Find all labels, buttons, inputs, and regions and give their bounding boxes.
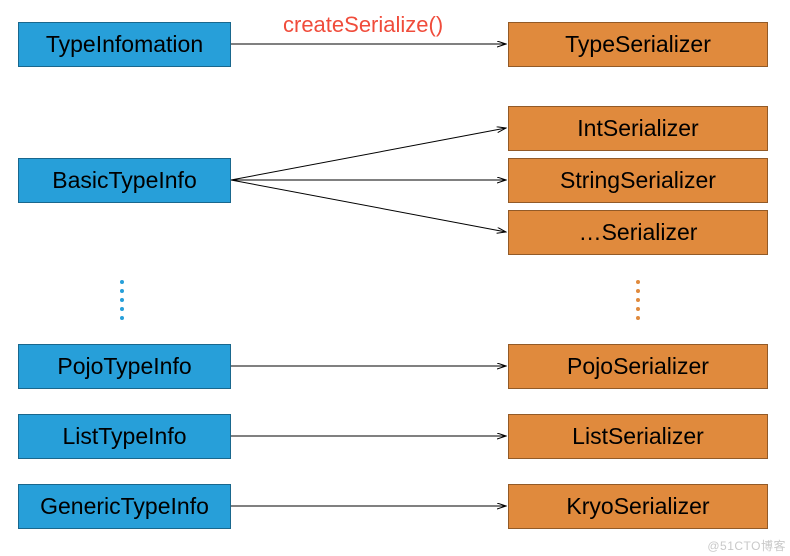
node-kryo-serializer: KryoSerializer <box>508 484 768 529</box>
ellipsis-right-icon <box>636 280 640 320</box>
node-list-type-info: ListTypeInfo <box>18 414 231 459</box>
node-type-serializer: TypeSerializer <box>508 22 768 67</box>
edge-basic-etc <box>231 180 506 232</box>
node-basic-type-info: BasicTypeInfo <box>18 158 231 203</box>
node-generic-type-info: GenericTypeInfo <box>18 484 231 529</box>
node-type-infomation: TypeInfomation <box>18 22 231 67</box>
node-etc-serializer: …Serializer <box>508 210 768 255</box>
node-pojo-type-info: PojoTypeInfo <box>18 344 231 389</box>
ellipsis-left-icon <box>120 280 124 320</box>
node-pojo-serializer: PojoSerializer <box>508 344 768 389</box>
edge-label-create-serialize: createSerialize() <box>283 12 443 38</box>
edge-basic-int <box>231 128 506 180</box>
watermark-text: @51CTO博客 <box>707 537 786 554</box>
arrows-layer <box>0 0 790 556</box>
node-string-serializer: StringSerializer <box>508 158 768 203</box>
node-int-serializer: IntSerializer <box>508 106 768 151</box>
node-list-serializer: ListSerializer <box>508 414 768 459</box>
